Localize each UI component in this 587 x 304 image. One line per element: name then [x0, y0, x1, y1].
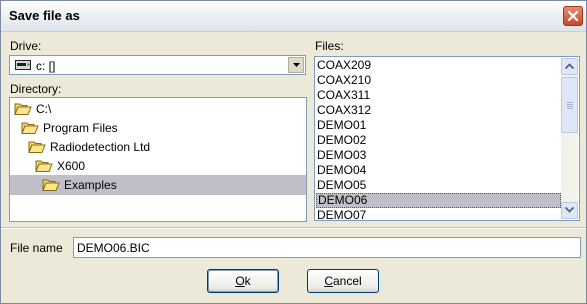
drive-value: c: [] — [36, 59, 56, 73]
window-title: Save file as — [9, 8, 80, 23]
file-item[interactable]: DEMO02 — [316, 133, 561, 148]
file-item[interactable]: DEMO03 — [316, 148, 561, 163]
directory-item[interactable]: Examples — [10, 175, 306, 195]
files-label: Files: — [315, 39, 344, 53]
grip-line — [567, 102, 573, 103]
file-item[interactable]: DEMO07 — [316, 208, 561, 220]
ok-hotkey: O — [235, 274, 245, 288]
directory-label: Directory: — [10, 82, 62, 96]
dropdown-arrow-icon — [293, 63, 300, 67]
ok-button[interactable]: Ok — [207, 269, 279, 293]
ok-label-rest: k — [244, 274, 251, 288]
folder-icon — [14, 103, 32, 115]
scroll-thumb[interactable] — [561, 77, 578, 133]
drive-select[interactable]: c: [] — [9, 55, 306, 75]
files-list[interactable]: DEMO07 DEMO06 DEMO05 DEMO04 DEMO03 DEMO02 DEMO… — [314, 56, 580, 221]
file-item[interactable]: DEMO01 — [316, 118, 561, 133]
drive-dropdown-button[interactable] — [288, 57, 304, 73]
grip-line — [567, 108, 573, 109]
directory-item-label: Program Files — [43, 121, 118, 135]
file-item[interactable]: DEMO06 — [316, 193, 561, 208]
directory-item[interactable]: Radiodetection Ltd — [10, 137, 306, 157]
scroll-up-button[interactable] — [561, 58, 578, 75]
cancel-label-rest: ancel — [332, 274, 362, 288]
folder-icon — [42, 179, 60, 191]
folder-icon — [21, 122, 39, 134]
file-item[interactable]: COAX312 — [316, 103, 561, 118]
scroll-down-button[interactable] — [561, 202, 578, 219]
file-item[interactable]: COAX209 — [316, 58, 561, 73]
directory-list[interactable]: C:\ Program Files Radiodetection Ltd X600 Ex… — [9, 97, 307, 222]
scroll-down-icon — [565, 207, 574, 213]
close-button[interactable] — [563, 6, 583, 26]
directory-item[interactable]: X600 — [10, 156, 306, 176]
close-icon — [567, 10, 579, 22]
grip-line — [567, 106, 573, 107]
save-file-dialog: Save file as Drive: c: [] Directory: C:\… — [0, 0, 587, 304]
file-item[interactable]: DEMO05 — [316, 178, 561, 193]
directory-item-label: C:\ — [36, 102, 52, 116]
directory-item-label: Examples — [64, 178, 117, 192]
folder-icon — [35, 160, 53, 172]
files-scrollbar[interactable] — [561, 58, 578, 219]
file-item[interactable]: DEMO04 — [316, 163, 561, 178]
filename-input[interactable] — [73, 237, 581, 258]
cancel-hotkey: C — [324, 274, 333, 288]
title-bar[interactable]: Save file as — [1, 1, 586, 32]
filename-label: File name — [10, 241, 63, 255]
scroll-up-icon — [565, 63, 574, 69]
file-item[interactable]: COAX311 — [316, 88, 561, 103]
drive-label: Drive: — [10, 39, 42, 53]
drive-icon — [15, 60, 31, 70]
file-item[interactable]: COAX210 — [316, 73, 561, 88]
cancel-button[interactable]: Cancel — [307, 269, 379, 293]
folder-icon — [28, 141, 46, 153]
directory-item-label: X600 — [57, 159, 86, 173]
directory-item[interactable]: C:\ — [10, 99, 306, 119]
divider — [1, 227, 586, 229]
directory-item-label: Radiodetection Ltd — [50, 140, 151, 154]
grip-line — [567, 104, 573, 105]
directory-item[interactable]: Program Files — [10, 118, 306, 138]
